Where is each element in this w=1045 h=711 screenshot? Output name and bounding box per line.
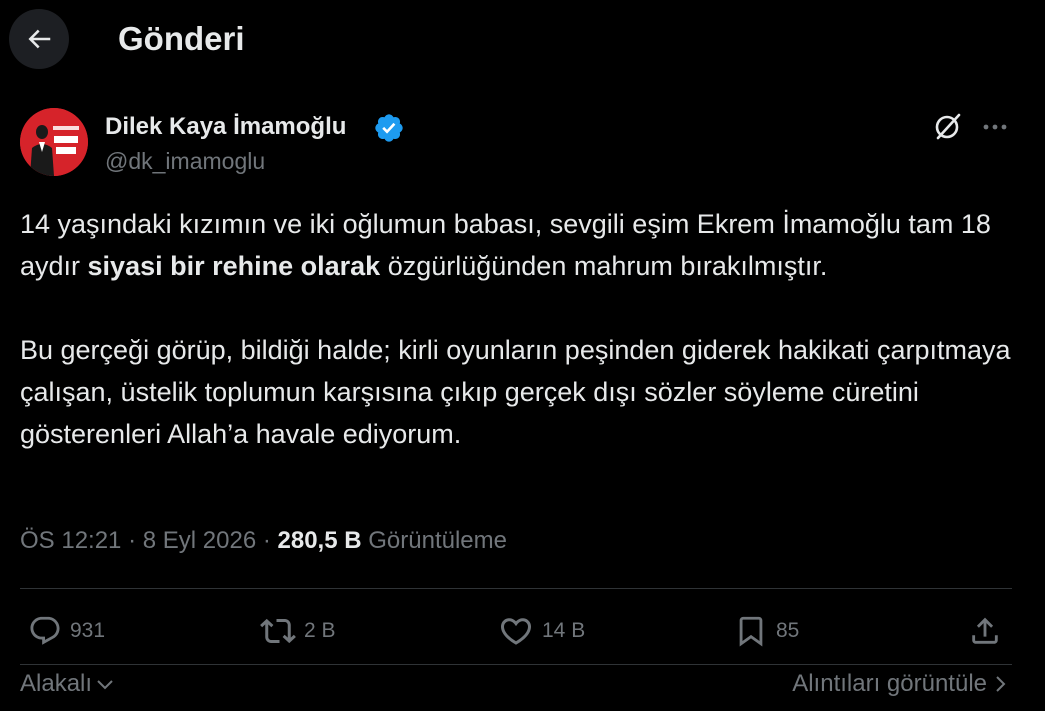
reply-count: 931	[70, 619, 106, 642]
view-quotes-label: Alıntıları görüntüle	[792, 670, 987, 697]
post-meta: ÖS 12:21 · 8 Eyl 2026 · 280,5 B Görüntül…	[20, 527, 507, 554]
like-button[interactable]: 14 B	[498, 605, 585, 657]
post-paragraph-1: 14 yaşındaki kızımın ve iki oğlumun baba…	[20, 209, 991, 281]
more-options-icon[interactable]	[980, 112, 1010, 142]
bookmark-count: 85	[776, 619, 800, 642]
top-bar: Gönderi	[0, 0, 1045, 82]
like-count: 14 B	[542, 619, 586, 642]
grok-icon[interactable]	[932, 110, 964, 142]
reply-button[interactable]: 931	[28, 605, 105, 657]
chevron-down-icon	[96, 675, 114, 693]
chevron-right-icon	[993, 674, 1009, 694]
post-date[interactable]: 8 Eyl 2026	[143, 527, 256, 554]
reply-icon	[28, 614, 62, 648]
share-icon	[968, 614, 1002, 648]
back-button[interactable]	[9, 9, 69, 69]
author-name[interactable]: Dilek Kaya İmamoğlu	[105, 113, 346, 141]
avatar[interactable]	[20, 108, 88, 176]
sort-label: Alakalı	[20, 670, 93, 697]
divider	[20, 588, 1012, 589]
action-bar: 931 2 B 14 B 85	[0, 605, 1045, 657]
share-button[interactable]	[968, 605, 1002, 657]
heart-icon	[498, 613, 534, 649]
bookmark-icon	[734, 614, 768, 648]
view-quotes-link[interactable]: Alıntıları görüntüle	[792, 670, 1009, 698]
sort-replies-button[interactable]: Alakalı	[20, 670, 114, 698]
post-time[interactable]: ÖS 12:21	[20, 527, 121, 554]
views-label: Görüntüleme	[368, 527, 507, 554]
divider	[20, 664, 1012, 665]
author-handle[interactable]: @dk_imamoglu	[105, 148, 265, 175]
repost-count: 2 B	[304, 619, 336, 642]
page-title: Gönderi	[118, 20, 245, 57]
repost-icon	[260, 613, 296, 649]
arrow-left-icon	[24, 24, 54, 54]
bookmark-button[interactable]: 85	[734, 605, 799, 657]
verified-badge-icon	[373, 112, 405, 144]
post-paragraph-2: Bu gerçeği görüp, bildiği halde; kirli o…	[20, 335, 1011, 449]
post-bold-text: siyasi bir rehine olarak	[87, 251, 381, 281]
post-text: 14 yaşındaki kızımın ve iki oğlumun baba…	[20, 203, 1020, 455]
views-count: 280,5 B	[277, 527, 362, 554]
repost-button[interactable]: 2 B	[260, 605, 336, 657]
